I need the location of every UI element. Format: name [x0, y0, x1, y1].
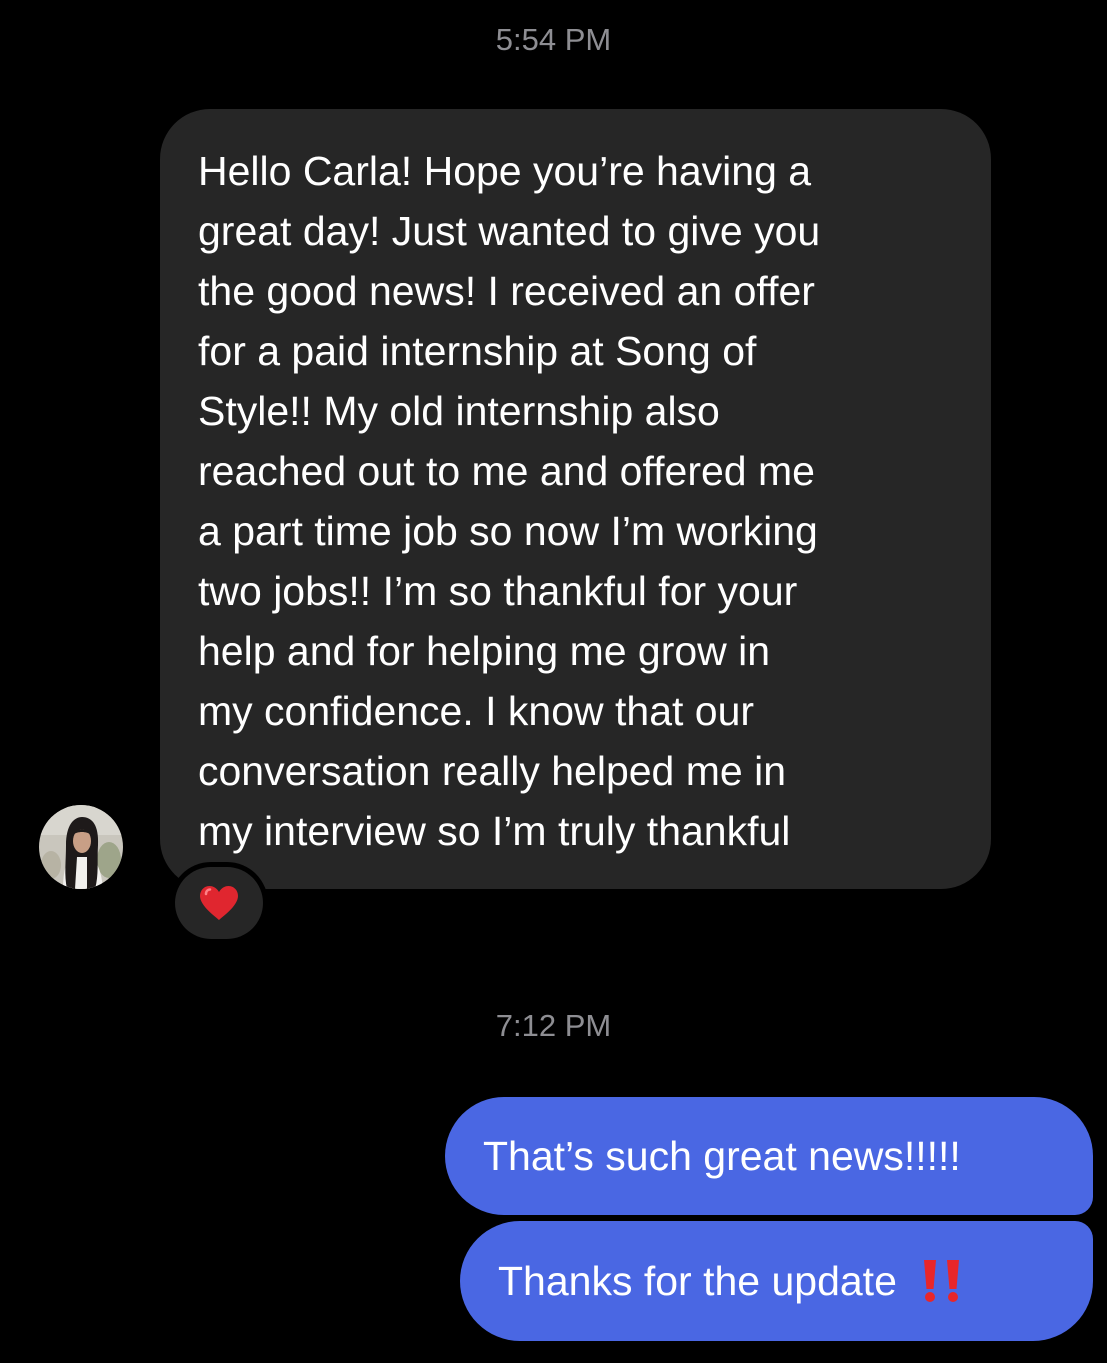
- reaction-badge[interactable]: [170, 862, 268, 944]
- message-line: great day! Just wanted to give you: [198, 208, 821, 254]
- message-line: for a paid internship at Song of: [198, 328, 757, 374]
- message-line: my interview so I’m truly thankful: [198, 808, 791, 854]
- message-line: Hello Carla! Hope you’re having a: [198, 148, 812, 194]
- message-timestamp: 5:54 PM: [495, 22, 612, 57]
- sender-avatar[interactable]: [39, 805, 123, 889]
- message-text: That’s such great news!!!!!: [483, 1133, 961, 1179]
- message-line: two jobs!! I’m so thankful for your: [198, 568, 798, 614]
- message-timestamp: 7:12 PM: [495, 1008, 612, 1043]
- message-line: Style!! My old internship also: [198, 388, 720, 434]
- outgoing-message-bubble[interactable]: That’s such great news!!!!!: [445, 1097, 1093, 1215]
- message-line: help and for helping me grow in: [198, 628, 771, 674]
- incoming-message-bubble[interactable]: Hello Carla! Hope you’re having a great …: [160, 109, 991, 889]
- message-text: Thanks for the update: [498, 1258, 897, 1304]
- message-line: a part time job so now I’m working: [198, 508, 818, 554]
- reaction-pill: [175, 867, 263, 939]
- red-heart-icon: [200, 886, 238, 920]
- message-line: my confidence. I know that our: [198, 688, 755, 734]
- message-line: the good news! I received an offer: [198, 268, 815, 314]
- outgoing-message-bubble[interactable]: Thanks for the update: [460, 1221, 1093, 1341]
- avatar-photo: [39, 805, 123, 889]
- message-line: conversation really helped me in: [198, 748, 786, 794]
- message-line: reached out to me and offered me: [198, 448, 815, 494]
- double-exclamation-icon: [919, 1258, 965, 1304]
